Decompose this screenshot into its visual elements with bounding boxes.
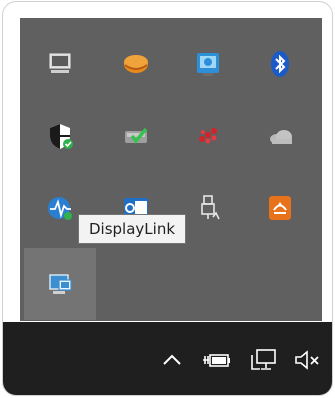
tray-item-backup-drive[interactable] (100, 100, 172, 172)
network-icon (251, 349, 276, 370)
tray-item-cloud[interactable] (244, 100, 316, 172)
notification-overflow-flyout: DisplayLink (20, 18, 322, 321)
tray-item-displaylink[interactable] (24, 248, 96, 320)
storage-drive-icon (124, 55, 148, 73)
backup-drive-icon (125, 127, 148, 144)
chevron-up-icon (163, 354, 181, 365)
tray-item-storage-drive[interactable] (100, 28, 172, 100)
tray-item-display[interactable] (24, 28, 96, 100)
bluetooth-icon (271, 51, 289, 77)
power-status-button[interactable] (199, 344, 233, 376)
displaylink-tooltip: DisplayLink (78, 214, 187, 244)
usb-device-icon (201, 195, 220, 220)
tray-item-network-settings[interactable] (172, 28, 244, 100)
red-app-icon (199, 128, 217, 144)
display-icon (49, 53, 71, 73)
cloud-icon (270, 130, 292, 144)
network-status-button[interactable] (247, 344, 281, 376)
volume-muted-icon (295, 350, 319, 370)
security-shield-icon (50, 124, 73, 149)
network-settings-icon (197, 53, 219, 76)
displaylink-icon (49, 274, 72, 294)
screenshot-frame: DisplayLink (2, 1, 333, 396)
tray-item-security[interactable] (24, 100, 96, 172)
power-icon (203, 354, 230, 367)
tray-item-cloud-sync[interactable] (244, 172, 316, 244)
tray-item-bluetooth[interactable] (244, 28, 316, 100)
taskbar (3, 322, 332, 395)
pulse-monitor-icon (48, 197, 72, 220)
cloud-sync-icon (269, 196, 291, 220)
show-hidden-icons-button[interactable] (159, 344, 185, 376)
volume-button[interactable] (291, 344, 323, 376)
tray-item-red-app[interactable] (172, 100, 244, 172)
